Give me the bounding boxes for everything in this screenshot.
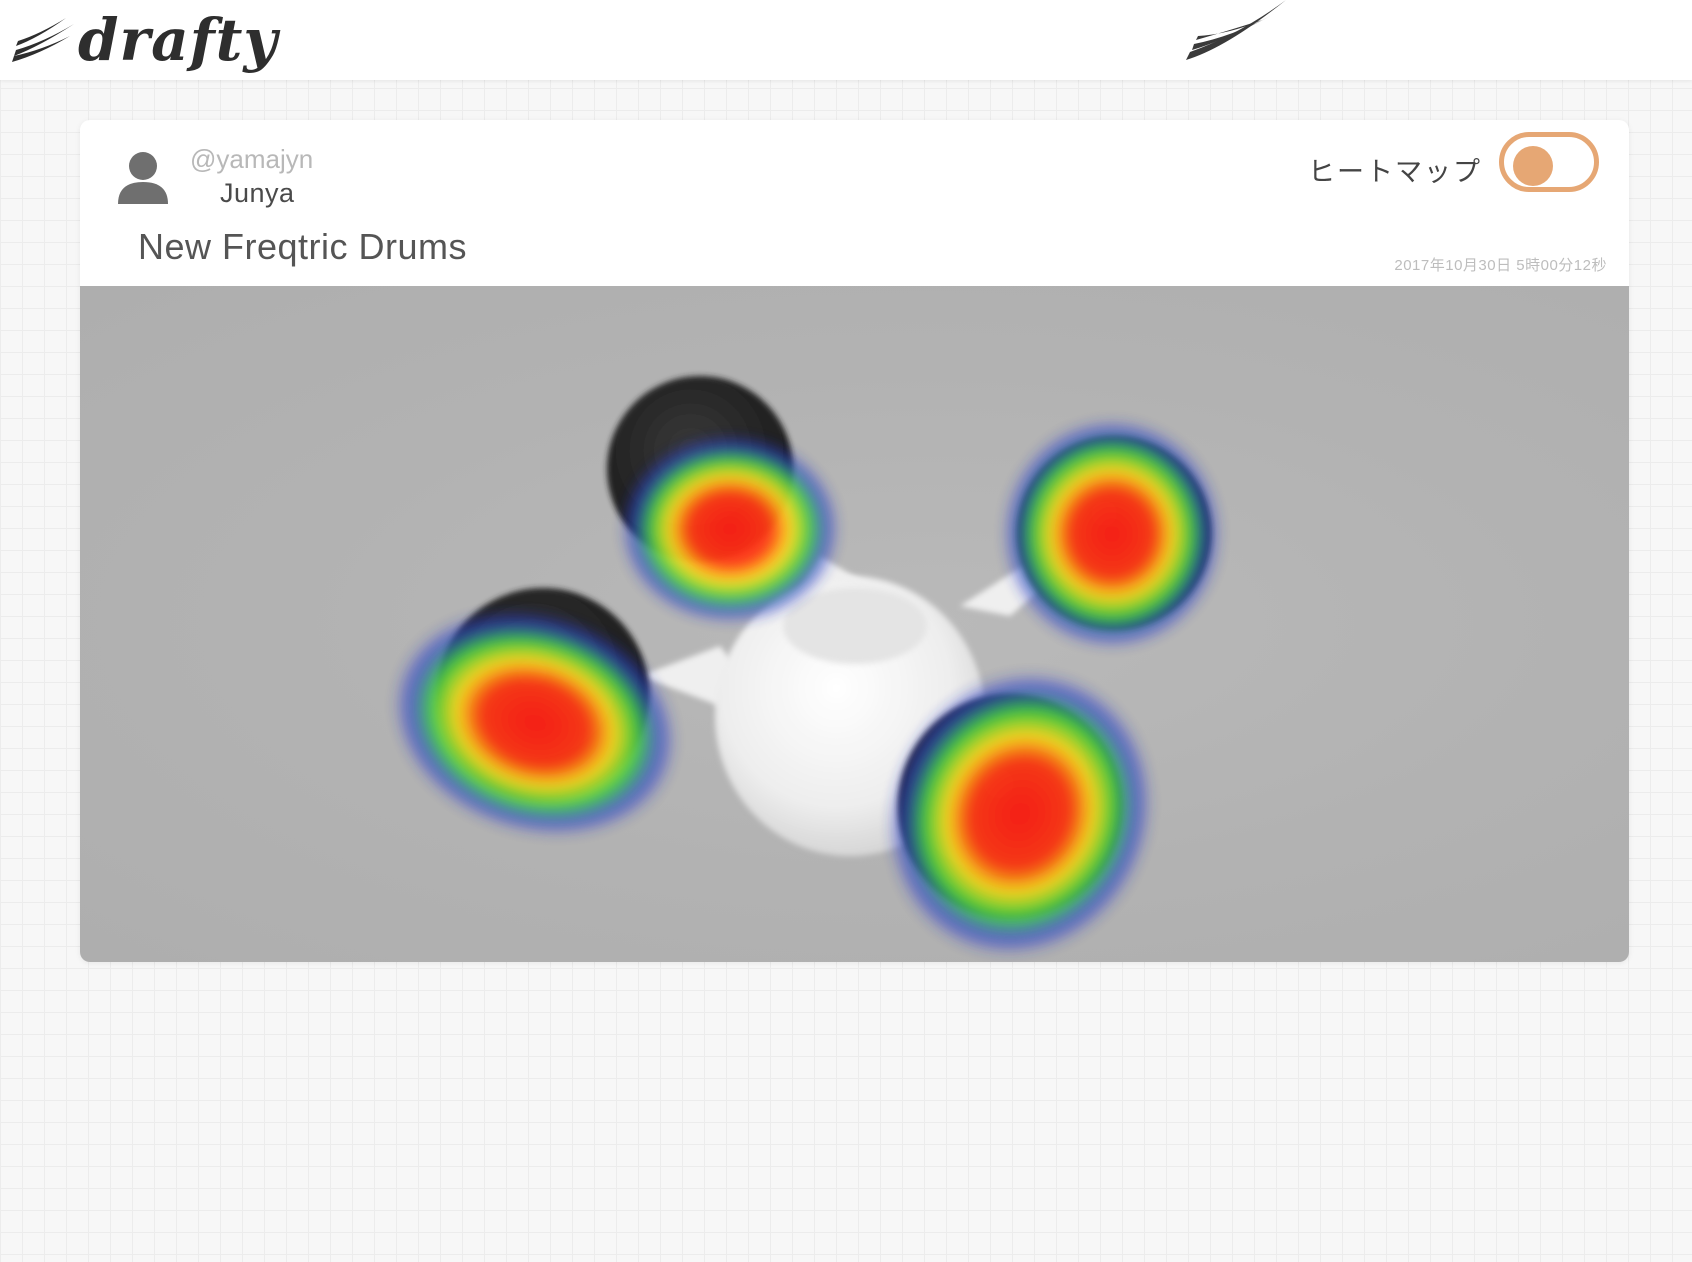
top-navigation-bar: drafty <box>0 0 1692 80</box>
post-card: @yamajyn Junya New Freqtric Drums ヒートマップ… <box>80 120 1629 962</box>
user-display-name[interactable]: Junya <box>220 178 295 209</box>
heatmap-toggle[interactable] <box>1499 132 1599 192</box>
user-silhouette-icon[interactable] <box>118 150 168 206</box>
heat-blob-top-right <box>1002 419 1222 649</box>
post-image-heatmap[interactable] <box>80 286 1629 962</box>
drafty-logo[interactable]: drafty <box>10 6 278 74</box>
post-title: New Freqtric Drums <box>138 226 468 267</box>
drafty-wing-mark-icon <box>1182 0 1290 69</box>
heat-blob-bottom-left <box>392 609 678 837</box>
toggle-knob <box>1513 146 1553 186</box>
heatmap-toggle-label: ヒートマップ <box>1308 157 1482 188</box>
heat-blob-top-left <box>620 434 840 624</box>
drum-product-image <box>392 376 1222 957</box>
post-timestamp: 2017年10月30日 5時00分12秒 <box>1394 257 1607 274</box>
drafty-wing-logo-icon <box>12 18 74 62</box>
user-handle[interactable]: @yamajyn <box>190 144 313 175</box>
logo-wordmark: drafty <box>78 6 279 74</box>
